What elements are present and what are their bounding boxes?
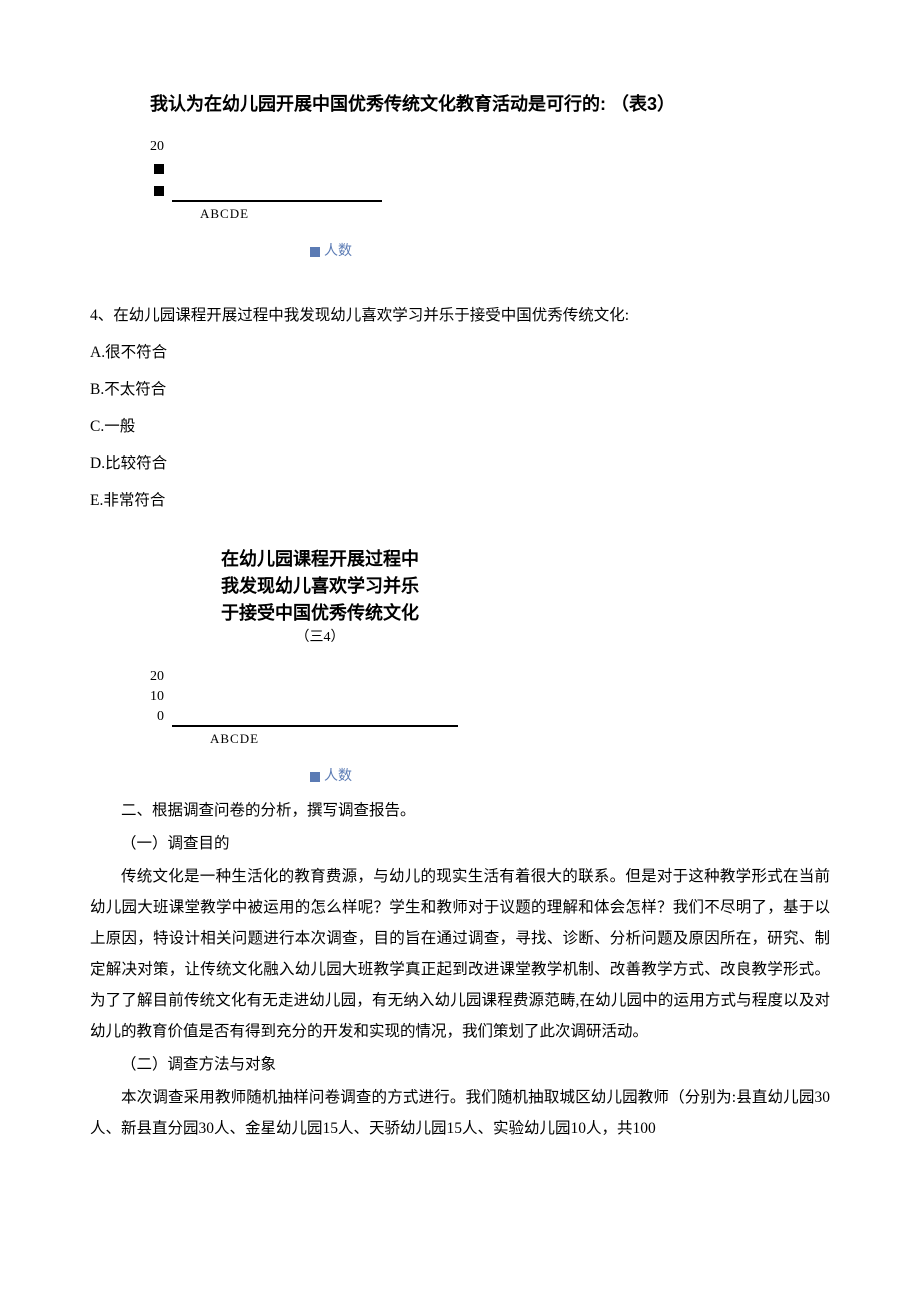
report-body: 二、根据调查问卷的分析，撰写调查报告。 （一）调查目的 传统文化是一种生活化的教… (90, 795, 830, 1144)
chart-1-title: 我认为在幼儿园开展中国优秀传统文化教育活动是可行的: （表3） (150, 90, 830, 116)
chart-2-y-20: 20 (150, 669, 164, 685)
chart-2-y-10: 10 (150, 689, 164, 705)
q4-option-d: D.比较符合 (90, 448, 830, 479)
report-sec1-title: （一）调查目的 (90, 828, 830, 859)
chart-2-legend: 人数 (310, 765, 830, 785)
question-4: 4、在幼儿园课程开展过程中我发现幼儿喜欢学习并乐于接受中国优秀传统文化: A.很… (90, 300, 830, 516)
report-heading-2: 二、根据调查问卷的分析，撰写调查报告。 (90, 795, 830, 826)
chart-1: 我认为在幼儿园开展中国优秀传统文化教育活动是可行的: （表3） 20 ABCDE (150, 90, 830, 260)
chart-2-title-sub: （三4） (180, 627, 460, 648)
y-tick-mark-icon (154, 186, 164, 196)
chart-2-y-0: 0 (157, 709, 164, 725)
q4-option-a: A.很不符合 (90, 337, 830, 368)
chart-1-title-suffix: （表3） (611, 94, 675, 114)
q4-option-b: B.不太符合 (90, 374, 830, 405)
chart-2-title: 在幼儿园课程开展过程中 我发现幼儿喜欢学习并乐 于接受中国优秀传统文化 （三4） (180, 546, 460, 648)
report-sec2-title: （二）调查方法与对象 (90, 1049, 830, 1080)
chart-2-plot (172, 663, 458, 727)
chart-1-x-axis: ABCDE (200, 206, 830, 222)
chart-1-title-main: 我认为在幼儿园开展中国优秀传统文化教育活动是可行的: (150, 94, 606, 114)
q4-option-c: C.一般 (90, 411, 830, 442)
chart-2-title-l1: 在幼儿园课程开展过程中 (180, 546, 460, 573)
chart-1-y-20: 20 (150, 139, 164, 155)
chart-2-y-axis: 20 10 0 (150, 667, 164, 727)
y-tick-mark-icon (154, 164, 164, 174)
report-sec2-paragraph: 本次调查采用教师随机抽样问卷调查的方式进行。我们随机抽取城区幼儿园教师（分别为:… (90, 1082, 830, 1144)
chart-1-legend: 人数 (310, 240, 830, 260)
legend-square-icon (310, 772, 320, 782)
chart-1-legend-text: 人数 (324, 244, 352, 259)
q4-stem: 4、在幼儿园课程开展过程中我发现幼儿喜欢学习并乐于接受中国优秀传统文化: (90, 300, 830, 331)
chart-2-title-l2: 我发现幼儿喜欢学习并乐 (180, 573, 460, 600)
q4-option-e: E.非常符合 (90, 485, 830, 516)
chart-1-y-axis: 20 (150, 136, 164, 202)
chart-2-legend-text: 人数 (324, 769, 352, 784)
chart-2-title-l3: 于接受中国优秀传统文化 (180, 600, 460, 627)
chart-2: 在幼儿园课程开展过程中 我发现幼儿喜欢学习并乐 于接受中国优秀传统文化 （三4）… (150, 546, 830, 785)
report-sec1-paragraph: 传统文化是一种生活化的教育费源，与幼儿的现实生活有着很大的联系。但是对于这种教学… (90, 861, 830, 1047)
legend-square-icon (310, 247, 320, 257)
chart-1-plot (172, 140, 382, 202)
chart-2-x-axis: ABCDE (210, 731, 830, 747)
